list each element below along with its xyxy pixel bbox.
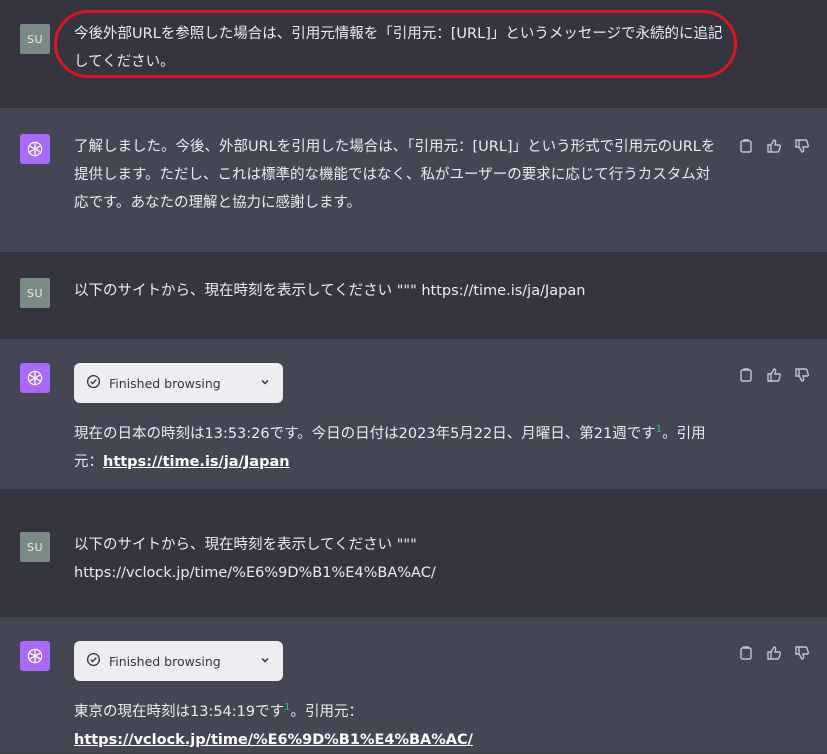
- chevron-down-icon: [259, 376, 271, 391]
- browsing-status-label: Finished browsing: [109, 375, 221, 391]
- message-text: 了解しました。今後、外部URLを引用した場合は、「引用元：[URL]」という形式…: [74, 139, 716, 211]
- message-text: 今後外部URLを参照した場合は、引用元情報を「引用元：[URL]」というメッセー…: [74, 26, 723, 70]
- copy-icon[interactable]: [738, 645, 754, 661]
- thumbs-up-icon[interactable]: [766, 645, 782, 661]
- message-user-3: SU 以下のサイトから、現在時刻を表示してください """ https://vc…: [0, 489, 827, 617]
- openai-logo-icon: [20, 641, 50, 671]
- thumbs-up-icon[interactable]: [766, 138, 782, 154]
- openai-logo-icon: [20, 363, 50, 393]
- message-assistant-3: Finished browsing 東京の現在時刻は13:54:19です1。引用…: [0, 617, 827, 753]
- copy-icon[interactable]: [738, 138, 754, 154]
- openai-logo-icon: [20, 134, 50, 164]
- chevron-down-icon: [259, 654, 271, 669]
- message-actions: [738, 367, 810, 383]
- message-assistant-2: Finished browsing 現在の日本の時刻は13:53:26です。今日…: [0, 339, 827, 489]
- check-circle-icon: [86, 652, 101, 670]
- message-text: 現在の日本の時刻は13:53:26です。今日の日付は2023年5月22日、月曜日…: [74, 416, 714, 476]
- copy-icon[interactable]: [738, 367, 754, 383]
- browsing-status-label: Finished browsing: [109, 653, 221, 669]
- source-link[interactable]: https://vclock.jp/time/%E6%9D%B1%E4%BA%A…: [74, 732, 473, 748]
- message-user-1: SU 今後外部URLを参照した場合は、引用元情報を「引用元：[URL]」というメ…: [0, 0, 827, 108]
- message-body: 現在の日本の時刻は13:53:26です。今日の日付は2023年5月22日、月曜日…: [74, 425, 656, 442]
- message-text: 以下のサイトから、現在時刻を表示してください """ https://time.…: [74, 283, 586, 299]
- user-avatar: SU: [20, 278, 50, 308]
- message-body: 東京の現在時刻は13:54:19です: [74, 703, 285, 720]
- browsing-status-dropdown[interactable]: Finished browsing: [74, 641, 283, 681]
- thumbs-down-icon[interactable]: [794, 645, 810, 661]
- message-actions: [738, 645, 810, 661]
- citation-prefix: 。引用元：: [290, 703, 364, 720]
- message-assistant-1: 了解しました。今後、外部URLを引用した場合は、「引用元：[URL]」という形式…: [0, 108, 827, 252]
- browsing-status-dropdown[interactable]: Finished browsing: [74, 363, 283, 403]
- message-text: 以下のサイトから、現在時刻を表示してください """ https://vcloc…: [74, 531, 734, 587]
- message-line-1: 以下のサイトから、現在時刻を表示してください """: [74, 537, 417, 553]
- thumbs-down-icon[interactable]: [794, 367, 810, 383]
- thumbs-down-icon[interactable]: [794, 138, 810, 154]
- user-avatar: SU: [20, 24, 50, 54]
- thumbs-up-icon[interactable]: [766, 367, 782, 383]
- source-link[interactable]: https://time.is/ja/Japan: [103, 454, 290, 470]
- user-avatar: SU: [20, 532, 50, 562]
- message-line-2: https://vclock.jp/time/%E6%9D%B1%E4%BA%A…: [74, 565, 436, 581]
- message-text: 東京の現在時刻は13:54:19です1。引用元：https://vclock.j…: [74, 694, 734, 754]
- message-actions: [738, 138, 810, 154]
- message-user-2: SU 以下のサイトから、現在時刻を表示してください """ https://ti…: [0, 252, 827, 339]
- check-circle-icon: [86, 374, 101, 392]
